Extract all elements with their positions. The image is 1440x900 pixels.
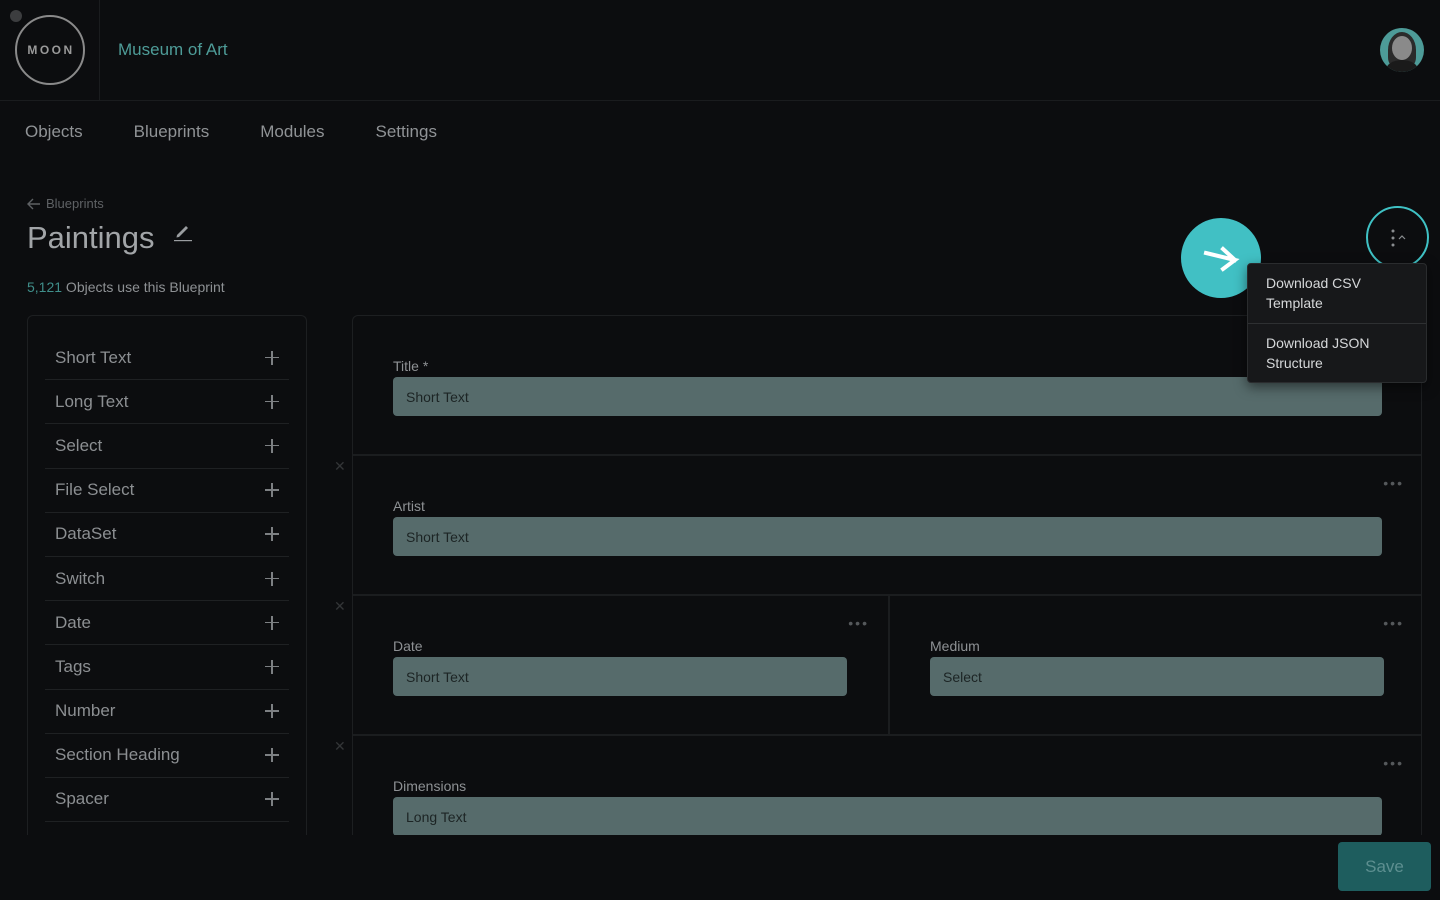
remove-row-icon[interactable]: ✕: [334, 598, 346, 615]
sidebar-item-label: Long Text: [55, 391, 129, 411]
more-icon[interactable]: •••: [848, 615, 869, 631]
logo-text: MOON: [27, 43, 75, 57]
plus-icon[interactable]: [265, 483, 279, 498]
plus-icon[interactable]: [265, 394, 279, 409]
sidebar-item-label: Date: [55, 612, 91, 632]
plus-icon[interactable]: [265, 704, 279, 719]
avatar[interactable]: [1380, 28, 1424, 72]
options-dropdown: Download CSV Template Download JSON Stru…: [1247, 263, 1427, 383]
plus-icon[interactable]: [265, 571, 279, 586]
sidebar-item-date[interactable]: Date: [45, 601, 289, 646]
save-button[interactable]: Save: [1338, 842, 1431, 891]
field-row: ••• Artist Short Text: [353, 456, 1421, 596]
sidebar-item-section-heading[interactable]: Section Heading: [45, 734, 289, 778]
cursor-arrow-icon: [1203, 246, 1240, 272]
sidebar-item-long-text[interactable]: Long Text: [45, 380, 289, 425]
org-name[interactable]: Museum of Art: [118, 40, 228, 60]
app: MOON Museum of Art Objects Blueprints Mo…: [0, 0, 1440, 900]
nav-settings[interactable]: Settings: [376, 122, 437, 142]
avatar-face: [1392, 36, 1412, 60]
field-type-input[interactable]: Short Text: [393, 377, 1382, 416]
field-date[interactable]: ••• Date Short Text: [353, 596, 888, 736]
sidebar-item-file-select[interactable]: File Select: [45, 469, 289, 513]
plus-icon[interactable]: [265, 438, 279, 453]
field-label: Artist: [393, 498, 425, 514]
plus-icon[interactable]: [265, 748, 279, 763]
plus-icon[interactable]: [265, 350, 279, 365]
top-header: MOON Museum of Art: [0, 0, 1440, 101]
sidebar-item-tags[interactable]: Tags: [45, 645, 289, 690]
plus-icon[interactable]: [265, 527, 279, 542]
sidebar-item-dataset[interactable]: DataSet: [45, 513, 289, 557]
sidebar-item-spacer[interactable]: Spacer: [45, 778, 289, 823]
more-icon[interactable]: •••: [1383, 615, 1404, 631]
download-json-structure[interactable]: Download JSON Structure: [1248, 323, 1426, 383]
kebab-chevron-icon: [1391, 229, 1405, 246]
logo[interactable]: MOON: [15, 15, 85, 85]
sidebar-item-label: DataSet: [55, 524, 117, 544]
field-label: Dimensions: [393, 778, 467, 794]
field-type-input[interactable]: Short Text: [393, 657, 847, 696]
back-label: Blueprints: [46, 196, 104, 211]
sidebar-item-label: Short Text: [55, 347, 132, 367]
plus-icon[interactable]: [265, 615, 279, 630]
field-medium[interactable]: ••• Medium Select: [888, 596, 1421, 736]
sidebar-item-label: Spacer: [55, 789, 109, 809]
object-count[interactable]: 5,121: [27, 279, 62, 295]
sidebar-item-label: File Select: [55, 480, 135, 500]
more-options-button[interactable]: [1366, 206, 1429, 269]
field-label: Date: [393, 638, 423, 654]
download-csv-template[interactable]: Download CSV Template: [1248, 264, 1426, 323]
pencil-icon[interactable]: [172, 222, 194, 242]
more-icon[interactable]: •••: [1383, 475, 1404, 491]
sidebar-item-label: Switch: [55, 568, 106, 588]
sidebar-item-number[interactable]: Number: [45, 690, 289, 734]
remove-row-icon[interactable]: ✕: [334, 738, 346, 755]
plus-icon[interactable]: [265, 792, 279, 807]
plus-icon[interactable]: [265, 659, 279, 674]
sidebar-item-label: Section Heading: [55, 745, 180, 765]
usage-count: 5,121 Objects use this Blueprint: [27, 279, 225, 295]
usage-text: Objects use this Blueprint: [62, 279, 225, 295]
field-type-input[interactable]: Long Text: [393, 797, 1382, 835]
back-link[interactable]: Blueprints: [27, 196, 104, 211]
field-label: Title *: [393, 358, 429, 374]
field-row: ••• Date Short Text ••• Medium Select: [353, 596, 1421, 736]
sidebar-item-label: Tags: [55, 656, 91, 676]
arrow-left-icon: [27, 198, 40, 209]
field-type-sidebar: Short Text Long Text Select File Select …: [27, 315, 307, 835]
window-dot: [10, 10, 22, 22]
field-dimensions[interactable]: ••• Dimensions Long Text: [353, 736, 1421, 835]
sidebar-item-select[interactable]: Select: [45, 424, 289, 469]
field-artist[interactable]: ••• Artist Short Text: [353, 456, 1421, 596]
nav-objects[interactable]: Objects: [25, 122, 83, 142]
nav-modules[interactable]: Modules: [260, 122, 324, 142]
more-icon[interactable]: •••: [1383, 755, 1404, 771]
blueprint-canvas: Title * Short Text ••• Artist Short Text…: [352, 315, 1422, 835]
field-row: ••• Dimensions Long Text: [353, 736, 1421, 835]
nav-blueprints[interactable]: Blueprints: [134, 122, 210, 142]
sidebar-item-short-text[interactable]: Short Text: [45, 336, 289, 381]
sidebar-item-label: Select: [55, 435, 103, 455]
main-nav: Objects Blueprints Modules Settings: [25, 122, 488, 142]
sidebar-item-switch[interactable]: Switch: [45, 557, 289, 602]
field-type-input[interactable]: Short Text: [393, 517, 1382, 556]
field-label: Medium: [930, 638, 980, 654]
remove-row-icon[interactable]: ✕: [334, 458, 346, 475]
logo-cell: MOON: [0, 0, 100, 100]
field-type-input[interactable]: Select: [930, 657, 1384, 696]
page-title: Paintings: [27, 220, 155, 255]
sidebar-item-label: Number: [55, 701, 116, 721]
